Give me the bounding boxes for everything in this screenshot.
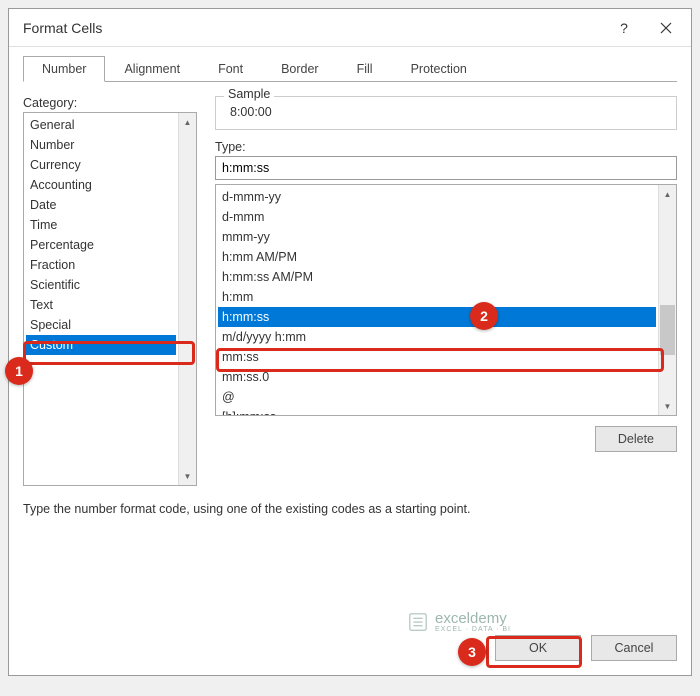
dialog-footer: OK Cancel [481, 621, 691, 675]
hint-text: Type the number format code, using one o… [23, 486, 677, 516]
list-item[interactable]: Fraction [26, 255, 176, 275]
list-item[interactable]: h:mm:ss AM/PM [218, 267, 656, 287]
sample-value: 8:00:00 [226, 99, 666, 119]
sample-legend: Sample [224, 87, 274, 101]
scroll-thumb[interactable] [660, 305, 675, 355]
list-item[interactable]: Accounting [26, 175, 176, 195]
tab-content: Category: General Number Currency Accoun… [23, 81, 677, 675]
list-item[interactable]: Percentage [26, 235, 176, 255]
watermark-tag: EXCEL · DATA · BI [435, 626, 511, 633]
scroll-down-icon[interactable]: ▼ [659, 397, 676, 415]
list-item[interactable]: d-mmm-yy [218, 187, 656, 207]
tab-alignment[interactable]: Alignment [105, 56, 199, 82]
list-item[interactable]: mm:ss.0 [218, 367, 656, 387]
tab-number[interactable]: Number [23, 56, 105, 82]
list-item[interactable]: h:mm AM/PM [218, 247, 656, 267]
list-item[interactable]: mm:ss [218, 347, 656, 367]
scrollbar[interactable]: ▲ ▼ [178, 113, 196, 485]
list-item[interactable]: Special [26, 315, 176, 335]
list-item[interactable]: General [26, 115, 176, 135]
type-label: Type: [215, 140, 677, 154]
category-label: Category: [23, 96, 197, 110]
list-item[interactable]: Currency [26, 155, 176, 175]
dialog-title: Format Cells [23, 20, 603, 36]
tab-border[interactable]: Border [262, 56, 338, 82]
cancel-button[interactable]: Cancel [591, 635, 677, 661]
titlebar: Format Cells ? [9, 9, 691, 47]
list-item[interactable]: [h]:mm:ss [218, 407, 656, 415]
scroll-up-icon[interactable]: ▲ [179, 113, 196, 131]
help-button[interactable]: ? [603, 13, 645, 43]
list-item[interactable]: mmm-yy [218, 227, 656, 247]
tab-fill[interactable]: Fill [338, 56, 392, 82]
format-cells-dialog: Format Cells ? Number Alignment Font Bor… [8, 8, 692, 676]
list-item[interactable]: Time [26, 215, 176, 235]
watermark: exceldemy EXCEL · DATA · BI [407, 611, 511, 633]
type-input[interactable] [215, 156, 677, 180]
sample-group: Sample 8:00:00 [215, 96, 677, 130]
list-item-custom[interactable]: Custom [26, 335, 176, 355]
close-button[interactable] [645, 13, 687, 43]
type-listbox[interactable]: d-mmm-yy d-mmm mmm-yy h:mm AM/PM h:mm:ss… [215, 184, 677, 416]
watermark-icon [407, 611, 429, 633]
list-item[interactable]: Date [26, 195, 176, 215]
list-item-hmmss[interactable]: h:mm:ss [218, 307, 656, 327]
watermark-brand: exceldemy [435, 611, 511, 626]
callout-2: 2 [470, 302, 498, 330]
scroll-up-icon[interactable]: ▲ [659, 185, 676, 203]
close-icon [660, 22, 672, 34]
tab-font[interactable]: Font [199, 56, 262, 82]
list-item[interactable]: Scientific [26, 275, 176, 295]
list-item[interactable]: m/d/yyyy h:mm [218, 327, 656, 347]
scroll-down-icon[interactable]: ▼ [179, 467, 196, 485]
scrollbar[interactable]: ▲ ▼ [658, 185, 676, 415]
callout-1: 1 [5, 357, 33, 385]
list-item[interactable]: Text [26, 295, 176, 315]
list-item[interactable]: Number [26, 135, 176, 155]
delete-button[interactable]: Delete [595, 426, 677, 452]
ok-button[interactable]: OK [495, 635, 581, 661]
tab-protection[interactable]: Protection [392, 56, 486, 82]
callout-3: 3 [458, 638, 486, 666]
list-item[interactable]: d-mmm [218, 207, 656, 227]
category-listbox[interactable]: General Number Currency Accounting Date … [23, 112, 197, 486]
list-item[interactable]: @ [218, 387, 656, 407]
list-item[interactable]: h:mm [218, 287, 656, 307]
tab-strip: Number Alignment Font Border Fill Protec… [9, 47, 691, 81]
